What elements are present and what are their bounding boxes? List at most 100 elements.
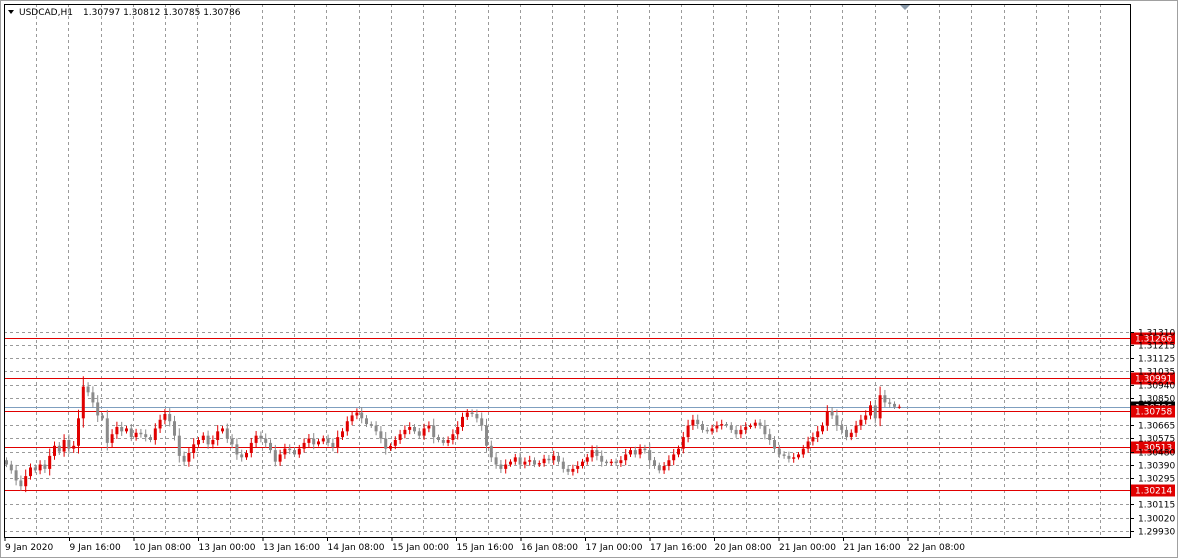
candle-body	[696, 419, 700, 425]
candle	[633, 446, 637, 458]
time-tick-label: 9 Jan 16:00	[70, 543, 122, 553]
window-border	[0, 0, 1178, 558]
candle-body	[29, 467, 32, 477]
candle	[312, 433, 316, 450]
candle-body	[139, 432, 143, 435]
candle-body	[427, 425, 431, 429]
candle-body	[264, 438, 268, 443]
candle-body	[854, 425, 858, 433]
candle-body	[475, 414, 479, 419]
candle	[81, 376, 85, 428]
candle-body	[62, 440, 66, 452]
candle-body	[470, 412, 474, 414]
candle	[513, 453, 517, 465]
candle-body	[859, 419, 863, 426]
candle-body	[725, 424, 728, 426]
candle-body	[197, 440, 200, 445]
candle-body	[77, 418, 80, 446]
candle	[369, 421, 373, 428]
shift-marker-icon[interactable]	[900, 5, 910, 10]
candle-body	[230, 438, 234, 445]
candle	[821, 422, 824, 435]
candle-body	[273, 450, 277, 462]
candle	[14, 464, 18, 486]
candle	[561, 457, 565, 473]
candle-body	[499, 464, 503, 469]
candle-body	[120, 427, 124, 432]
candle-body	[701, 424, 704, 430]
candle	[648, 443, 652, 467]
candle	[43, 460, 47, 473]
candle-body	[192, 444, 196, 453]
candle-body	[173, 421, 176, 436]
time-axis: 9 Jan 2020 9 Jan 16:00 10 Jan 08:00 13 Jan …	[4, 537, 965, 553]
candle	[456, 421, 460, 440]
candle-body	[739, 429, 743, 435]
candle-body	[259, 435, 263, 439]
dropdown-triangle-icon[interactable]	[8, 10, 14, 14]
candle	[643, 444, 647, 454]
time-tick-label: 10 Jan 08:00	[134, 543, 191, 553]
candle-body	[528, 460, 532, 462]
candle	[110, 429, 114, 448]
candle	[653, 457, 656, 469]
candle	[24, 469, 28, 493]
candle-body	[38, 464, 42, 471]
candle-body	[830, 411, 834, 416]
candle	[729, 422, 733, 433]
candle-body	[605, 461, 608, 464]
candle	[470, 409, 474, 417]
candle-body	[374, 425, 378, 432]
candle	[749, 423, 752, 429]
candle	[605, 459, 608, 465]
candle	[9, 460, 13, 474]
candle-body	[864, 415, 868, 420]
candle-body	[158, 419, 162, 429]
candle-body	[691, 419, 695, 426]
horizontal-levels[interactable]: 1.307861.312661.309911.307581.305131.302…	[4, 332, 1175, 497]
candle-body	[533, 460, 536, 465]
candle	[739, 425, 743, 439]
price-tick-label: 1.30665	[1138, 422, 1175, 432]
candle-body	[648, 450, 652, 461]
candle	[384, 431, 388, 455]
candle-body	[437, 437, 440, 440]
candle	[53, 441, 56, 460]
candle	[499, 460, 503, 473]
candle	[427, 421, 431, 433]
candle-body	[878, 395, 882, 419]
candle	[230, 434, 234, 449]
candle-body	[705, 429, 709, 432]
candle-body	[461, 416, 464, 427]
candle-body	[125, 428, 128, 432]
candle-body	[326, 438, 330, 443]
candle	[523, 457, 527, 469]
candle	[77, 409, 80, 454]
candle	[801, 444, 805, 458]
candle-body	[57, 445, 61, 452]
candle	[758, 419, 762, 429]
candle-body	[96, 402, 100, 416]
candle-body	[72, 445, 76, 449]
candle	[734, 425, 738, 438]
candle	[264, 433, 268, 448]
candle-body	[869, 405, 872, 416]
time-tick-label: 21 Jan 00:00	[779, 543, 836, 553]
candle-body	[417, 431, 421, 436]
price-chart[interactable]: 1.307861.312661.309911.307581.305131.302…	[0, 0, 1179, 559]
candle-body	[557, 455, 560, 462]
candle	[609, 458, 613, 466]
candle	[830, 407, 834, 420]
candle	[888, 398, 892, 408]
candle	[854, 420, 858, 438]
candle-body	[240, 454, 244, 458]
candle-body	[566, 468, 570, 472]
candle	[873, 399, 877, 424]
chart-window[interactable]: 1.307861.312661.309911.307581.305131.302…	[0, 0, 1179, 559]
candle	[201, 432, 205, 444]
candle	[417, 427, 421, 439]
candle-body	[614, 461, 618, 464]
candle	[321, 435, 325, 445]
candle	[350, 411, 354, 426]
candle-body	[341, 431, 344, 438]
